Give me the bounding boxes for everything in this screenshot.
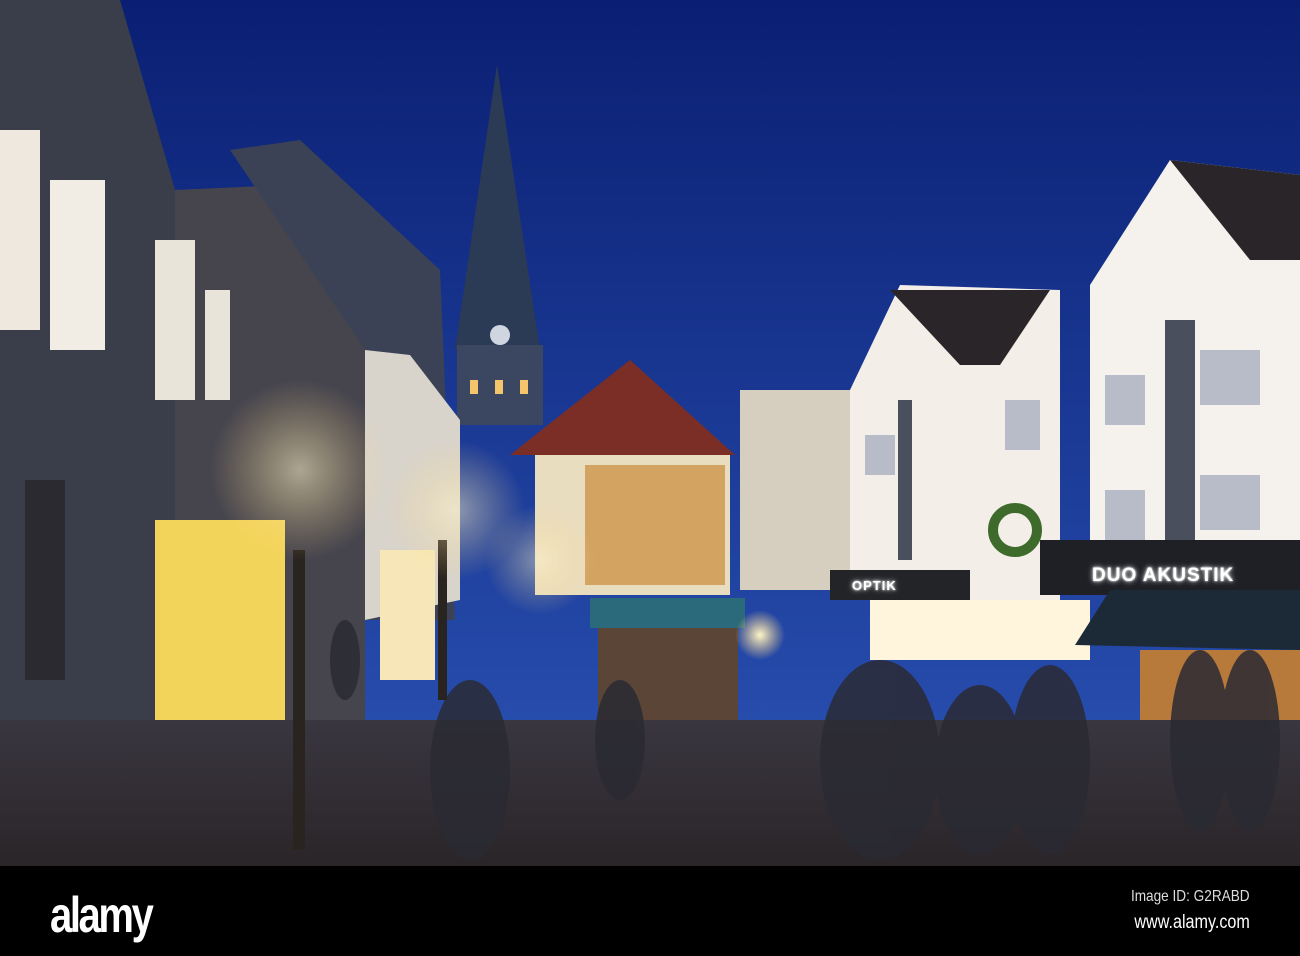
shop-sign-duo-akustik: DUO AKUSTIK bbox=[1092, 565, 1235, 586]
shop-sign-optik: OPTIK bbox=[852, 578, 897, 593]
street-photo bbox=[0, 0, 1300, 866]
street-ground bbox=[0, 720, 1300, 866]
site-url: www.alamy.com bbox=[1134, 912, 1250, 933]
image-id: Image ID: G2RABD bbox=[1131, 888, 1250, 905]
alamy-logo: alamy bbox=[50, 887, 154, 943]
watermark-bar: alamy Image ID: G2RABD www.alamy.com bbox=[0, 866, 1300, 956]
